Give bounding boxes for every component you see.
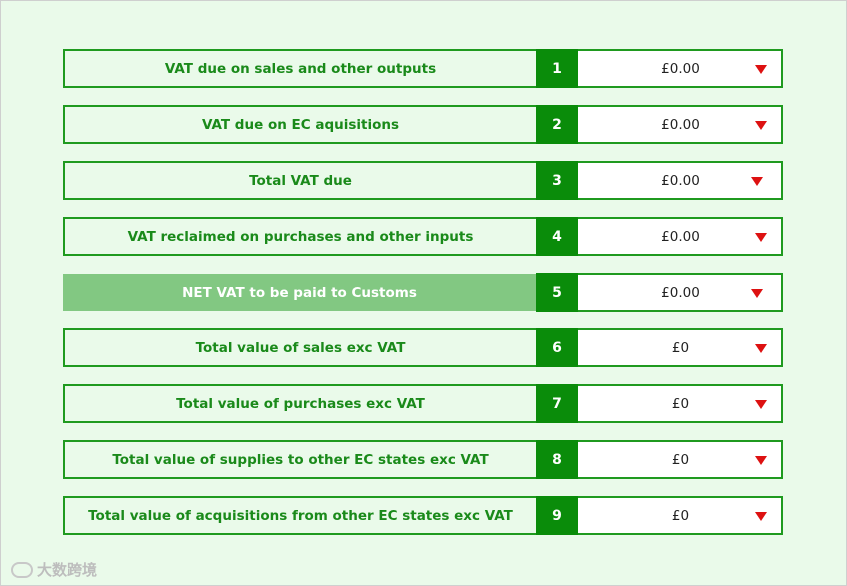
vat-box-number: 9 <box>536 496 578 535</box>
vat-box-number: 2 <box>536 105 578 144</box>
vat-box-row-7: Total value of purchases exc VAT 7 £0 <box>63 384 783 423</box>
vat-box-label: Total value of supplies to other EC stat… <box>63 440 536 479</box>
vat-box-number: 1 <box>536 49 578 88</box>
dropdown-arrow-icon[interactable] <box>755 456 767 465</box>
vat-box-value-dropdown[interactable]: £0 <box>578 384 783 423</box>
vat-return-panel: VAT due on sales and other outputs 1 £0.… <box>0 0 847 586</box>
vat-box-value-dropdown[interactable]: £0 <box>578 440 783 479</box>
vat-box-label: Total VAT due <box>63 161 536 200</box>
vat-box-value: £0 <box>671 395 690 412</box>
vat-box-label: VAT reclaimed on purchases and other inp… <box>63 217 536 256</box>
vat-box-row-8: Total value of supplies to other EC stat… <box>63 440 783 479</box>
vat-box-value-dropdown[interactable]: £0 <box>578 328 783 367</box>
vat-box-number: 8 <box>536 440 578 479</box>
vat-box-value: £0 <box>671 339 690 356</box>
vat-box-label: Total value of sales exc VAT <box>63 328 536 367</box>
vat-box-label: Total value of acquisitions from other E… <box>63 496 536 535</box>
vat-box-row-1: VAT due on sales and other outputs 1 £0.… <box>63 49 783 88</box>
dropdown-arrow-icon[interactable] <box>755 233 767 242</box>
vat-box-row-9: Total value of acquisitions from other E… <box>63 496 783 535</box>
vat-box-number: 3 <box>536 161 578 200</box>
vat-box-row-2: VAT due on EC aquisitions 2 £0.00 <box>63 105 783 144</box>
vat-box-value: £0 <box>671 451 690 468</box>
vat-box-value: £0.00 <box>661 60 700 77</box>
vat-box-value-dropdown[interactable]: £0 <box>578 496 783 535</box>
vat-box-row-5: NET VAT to be paid to Customs 5 £0.00 <box>63 273 783 312</box>
vat-box-number: 7 <box>536 384 578 423</box>
vat-box-row-4: VAT reclaimed on purchases and other inp… <box>63 217 783 256</box>
watermark: 大数跨境 <box>11 559 97 580</box>
vat-box-value: £0.00 <box>661 228 700 245</box>
vat-box-label: VAT due on EC aquisitions <box>63 105 536 144</box>
vat-box-value: £0 <box>671 507 690 524</box>
vat-box-value-dropdown[interactable]: £0.00 <box>578 273 783 312</box>
vat-box-row-3: Total VAT due 3 £0.00 <box>63 161 783 200</box>
watermark-text: 大数跨境 <box>37 561 98 579</box>
dropdown-arrow-icon[interactable] <box>755 400 767 409</box>
dropdown-arrow-icon[interactable] <box>751 289 763 298</box>
vat-box-number: 4 <box>536 217 578 256</box>
vat-box-label: NET VAT to be paid to Customs <box>63 274 536 311</box>
dropdown-arrow-icon[interactable] <box>755 512 767 521</box>
vat-box-value-dropdown[interactable]: £0.00 <box>578 217 783 256</box>
dropdown-arrow-icon[interactable] <box>755 65 767 74</box>
vat-box-number: 6 <box>536 328 578 367</box>
dropdown-arrow-icon[interactable] <box>751 177 763 186</box>
dropdown-arrow-icon[interactable] <box>755 344 767 353</box>
vat-box-value-dropdown[interactable]: £0.00 <box>578 49 783 88</box>
vat-box-value-dropdown[interactable]: £0.00 <box>578 105 783 144</box>
vat-box-label: VAT due on sales and other outputs <box>63 49 536 88</box>
vat-box-label: Total value of purchases exc VAT <box>63 384 536 423</box>
vat-box-value-dropdown[interactable]: £0.00 <box>578 161 783 200</box>
watermark-logo-icon <box>11 561 33 578</box>
vat-box-row-6: Total value of sales exc VAT 6 £0 <box>63 328 783 367</box>
vat-box-number: 5 <box>536 273 578 312</box>
dropdown-arrow-icon[interactable] <box>755 121 767 130</box>
vat-box-value: £0.00 <box>661 116 700 133</box>
